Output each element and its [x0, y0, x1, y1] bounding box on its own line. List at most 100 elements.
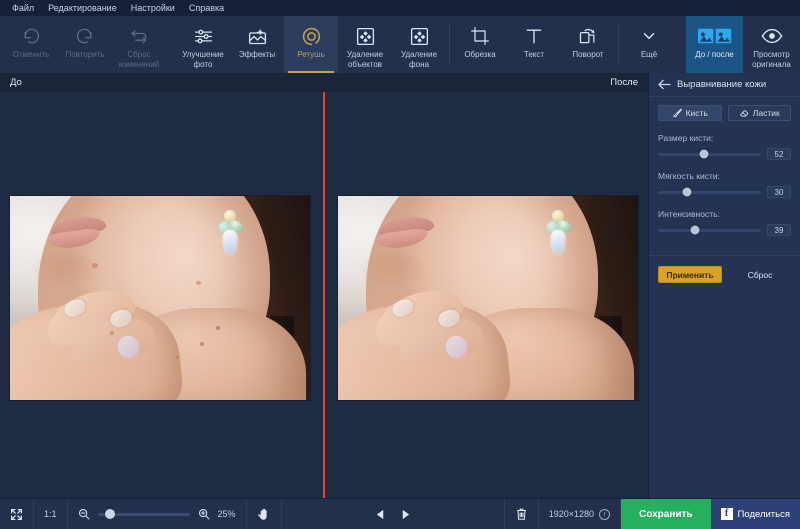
prev-arrow-icon[interactable]: [375, 509, 386, 520]
actual-size-label: 1:1: [44, 509, 57, 519]
hand-tool-button[interactable]: [247, 499, 282, 529]
blemish: [200, 342, 204, 346]
zoom-slider[interactable]: [98, 513, 190, 516]
before-after-labels: До После: [0, 73, 648, 92]
menu-item-edit[interactable]: Редактирование: [41, 0, 124, 16]
reset-button[interactable]: Сброс: [729, 266, 791, 283]
tool-before-after[interactable]: До / после: [686, 16, 743, 73]
hand-tool-icon: [257, 507, 271, 521]
trash-icon: [515, 507, 528, 521]
tool-rotate-label: Поворот: [560, 50, 616, 60]
facebook-icon: f: [721, 508, 733, 520]
effects-icon: [247, 25, 268, 47]
brush-size-slider[interactable]: [658, 153, 761, 156]
text-icon: [524, 25, 544, 47]
apply-button[interactable]: Применить: [658, 266, 722, 283]
menu-item-file[interactable]: Файл: [5, 0, 41, 16]
share-label: Поделиться: [738, 509, 790, 520]
brush-icon: [672, 108, 682, 118]
before-label: До: [10, 77, 22, 88]
fit-screen-icon: [10, 508, 23, 521]
dimensions-label: 1920×1280: [549, 509, 594, 519]
tool-text[interactable]: Текст: [507, 16, 561, 73]
zoom-out-icon[interactable]: [78, 508, 90, 520]
toolbar-divider: [449, 24, 450, 65]
menu-item-settings[interactable]: Настройки: [124, 0, 182, 16]
canvas-stage[interactable]: [0, 92, 648, 498]
intensity-knob[interactable]: [691, 226, 700, 235]
brush-size-label: Размер кисти:: [658, 133, 791, 143]
tool-effects[interactable]: Эффекты: [230, 16, 284, 73]
menu-item-help[interactable]: Справка: [182, 0, 231, 16]
fit-to-screen-button[interactable]: [0, 499, 34, 529]
eraser-mode-label: Ластик: [753, 108, 780, 118]
photo-after[interactable]: [338, 196, 638, 400]
toolbar-divider-2: [618, 24, 619, 65]
brush-size-setting: Размер кисти: 52: [658, 133, 791, 160]
status-bar: 1:1 25%: [0, 498, 800, 529]
panel-body: Кисть Ластик Размер кисти:: [649, 97, 800, 247]
brush-size-knob[interactable]: [700, 150, 709, 159]
brush-softness-setting: Мягкость кисти: 30: [658, 171, 791, 198]
tool-before-after-label: До / после: [687, 50, 743, 60]
undo-label: Отменить: [3, 50, 59, 60]
reset-changes-button[interactable]: Сброс изменений: [112, 16, 166, 73]
brush-mode-button[interactable]: Кисть: [658, 105, 722, 121]
redo-icon: [75, 25, 95, 47]
intensity-slider[interactable]: [658, 229, 761, 232]
photo-editor-window: Файл Редактирование Настройки Справка От…: [0, 0, 800, 529]
zoom-in-icon[interactable]: [198, 508, 210, 520]
blemish: [110, 331, 114, 335]
photo-before[interactable]: [10, 196, 310, 400]
brush-softness-slider[interactable]: [658, 191, 761, 194]
redo-label: Повторить: [57, 50, 113, 60]
redo-button[interactable]: Повторить: [58, 16, 112, 73]
next-arrow-icon[interactable]: [400, 509, 411, 520]
tool-object-removal[interactable]: Удаление объектов: [338, 16, 392, 73]
before-after-divider[interactable]: [323, 92, 325, 498]
share-button[interactable]: f Поделиться: [711, 499, 800, 529]
view-tool-group: До / после Просмотр оригинала: [686, 16, 800, 73]
brush-softness-value[interactable]: 30: [767, 186, 791, 198]
tool-retouch[interactable]: Ретушь: [284, 16, 338, 73]
zoom-level-label: 25%: [218, 509, 236, 519]
workspace: До После: [0, 73, 800, 498]
tool-text-label: Текст: [506, 50, 562, 60]
object-removal-icon: [355, 25, 376, 47]
brush-size-value[interactable]: 52: [767, 148, 791, 160]
intensity-setting: Интенсивность: 39: [658, 209, 791, 236]
tool-background-removal-label: Удаление фона: [391, 50, 447, 69]
eraser-mode-button[interactable]: Ластик: [728, 105, 792, 121]
background-removal-icon: [409, 25, 430, 47]
zoom-slider-knob[interactable]: [105, 509, 115, 519]
brush-softness-label: Мягкость кисти:: [658, 171, 791, 181]
tool-more-label: Ещё: [621, 50, 677, 60]
reset-changes-label: Сброс изменений: [111, 50, 167, 69]
menu-bar: Файл Редактирование Настройки Справка: [0, 0, 800, 16]
arrow-left-icon[interactable]: [657, 78, 671, 92]
tool-view-original[interactable]: Просмотр оригинала: [743, 16, 800, 73]
tool-rotate[interactable]: Поворот: [561, 16, 615, 73]
delete-button[interactable]: [504, 499, 539, 529]
sliders-icon: [193, 25, 214, 47]
editing-tool-group: Улучшение фото Эффекты: [176, 16, 676, 73]
tool-more[interactable]: Ещё: [622, 16, 676, 73]
actual-size-button[interactable]: 1:1: [34, 499, 68, 529]
retouch-settings-panel: Выравнивание кожи Кисть: [648, 73, 800, 498]
tool-enhance-photo[interactable]: Улучшение фото: [176, 16, 230, 73]
undo-button[interactable]: Отменить: [4, 16, 58, 73]
rotate-icon: [578, 25, 598, 47]
tool-crop[interactable]: Обрезка: [453, 16, 507, 73]
tool-background-removal[interactable]: Удаление фона: [392, 16, 446, 73]
blemish: [196, 281, 201, 285]
save-button[interactable]: Сохранить: [621, 499, 711, 529]
brush-softness-knob[interactable]: [682, 188, 691, 197]
image-navigation: [365, 499, 421, 529]
tool-object-removal-label: Удаление объектов: [337, 50, 393, 69]
intensity-value[interactable]: 39: [767, 224, 791, 236]
image-dimensions: 1920×1280 i: [539, 499, 621, 529]
panel-actions: Применить Сброс: [649, 255, 800, 283]
info-icon[interactable]: i: [599, 509, 610, 520]
status-spacer-2: [421, 499, 504, 529]
toolbar-spacer: [676, 16, 686, 73]
